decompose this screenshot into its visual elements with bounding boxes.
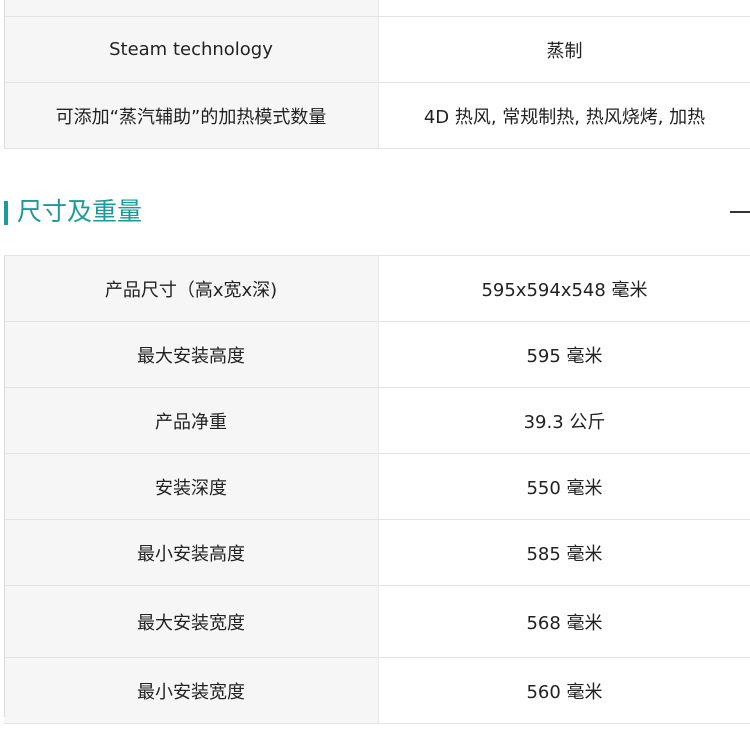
table-row: 安装深度 550 毫米 (4, 453, 750, 520)
spec-value: 585 毫米 (378, 519, 750, 586)
spec-label: Steam technology (4, 16, 379, 83)
table-row: 可添加“蒸汽辅助”的加热模式数量 4D 热风, 常规制热, 热风烧烤, 加热 (4, 82, 750, 149)
spec-label: 最小安装高度 (4, 519, 379, 586)
spec-label: 产品尺寸（高x宽x深) (4, 255, 379, 322)
spec-table-general: Steam technology 蒸制 可添加“蒸汽辅助”的加热模式数量 4D … (4, 0, 750, 149)
section-title: 尺寸及重量 (17, 197, 143, 226)
table-row: 最大安装高度 595 毫米 (4, 321, 750, 388)
table-row: 最小安装高度 585 毫米 (4, 519, 750, 586)
spec-label: 最大安装高度 (4, 321, 379, 388)
table-row: Steam technology 蒸制 (4, 16, 750, 83)
table-row (4, 0, 750, 17)
minus-icon[interactable] (730, 211, 750, 213)
spec-value: 595 毫米 (378, 321, 750, 388)
table-row: 最大安装宽度 568 毫米 (4, 585, 750, 658)
table-row: 最小安装宽度 560 毫米 (4, 657, 750, 724)
spec-label: 最小安装宽度 (4, 657, 379, 724)
spec-value: 蒸制 (378, 16, 750, 83)
product-spec-page: Steam technology 蒸制 可添加“蒸汽辅助”的加热模式数量 4D … (0, 0, 750, 750)
spec-label: 安装深度 (4, 453, 379, 520)
spec-label: 最大安装宽度 (4, 585, 379, 658)
section-header-dimensions[interactable]: 尺寸及重量 (0, 190, 750, 234)
spec-value: 560 毫米 (378, 657, 750, 724)
spec-table-dimensions: 产品尺寸（高x宽x深) 595x594x548 毫米 最大安装高度 595 毫米… (4, 255, 750, 724)
spec-value: 595x594x548 毫米 (378, 255, 750, 322)
spec-value: 39.3 公斤 (378, 387, 750, 454)
spec-value: 4D 热风, 常规制热, 热风烧烤, 加热 (378, 82, 750, 149)
table-border (4, 255, 5, 717)
spec-label: 可添加“蒸汽辅助”的加热模式数量 (4, 82, 379, 149)
table-row: 产品净重 39.3 公斤 (4, 387, 750, 454)
spec-value: 550 毫米 (378, 453, 750, 520)
table-border (4, 0, 5, 148)
section-accent-bar (4, 201, 8, 225)
spec-value: 568 毫米 (378, 585, 750, 658)
spec-label: 产品净重 (4, 387, 379, 454)
table-row: 产品尺寸（高x宽x深) 595x594x548 毫米 (4, 255, 750, 322)
